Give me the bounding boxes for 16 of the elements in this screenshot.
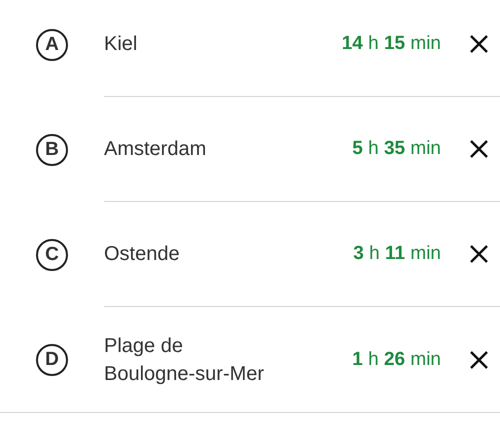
destination-name: Amsterdam bbox=[104, 137, 208, 162]
destination-name: Kiel bbox=[104, 32, 138, 57]
stop-letter-badge: C bbox=[36, 238, 68, 270]
close-icon[interactable] bbox=[469, 139, 489, 159]
stop-letter-badge: B bbox=[36, 134, 68, 166]
close-icon[interactable] bbox=[469, 34, 489, 54]
close-icon[interactable] bbox=[469, 350, 489, 370]
destination-name: Ostende bbox=[104, 242, 181, 267]
stop-letter-badge: A bbox=[36, 28, 68, 60]
stop-letter-badge: D bbox=[36, 344, 68, 376]
travel-time: 3 h 11 min bbox=[353, 243, 441, 265]
close-icon[interactable] bbox=[469, 244, 489, 264]
travel-time: 5 h 35 min bbox=[352, 138, 441, 160]
travel-time: 14 h 15 min bbox=[342, 33, 441, 55]
travel-time: 1 h 26 min bbox=[352, 348, 441, 370]
destination-name: Plage de Boulogne-sur-Mer bbox=[104, 334, 266, 386]
